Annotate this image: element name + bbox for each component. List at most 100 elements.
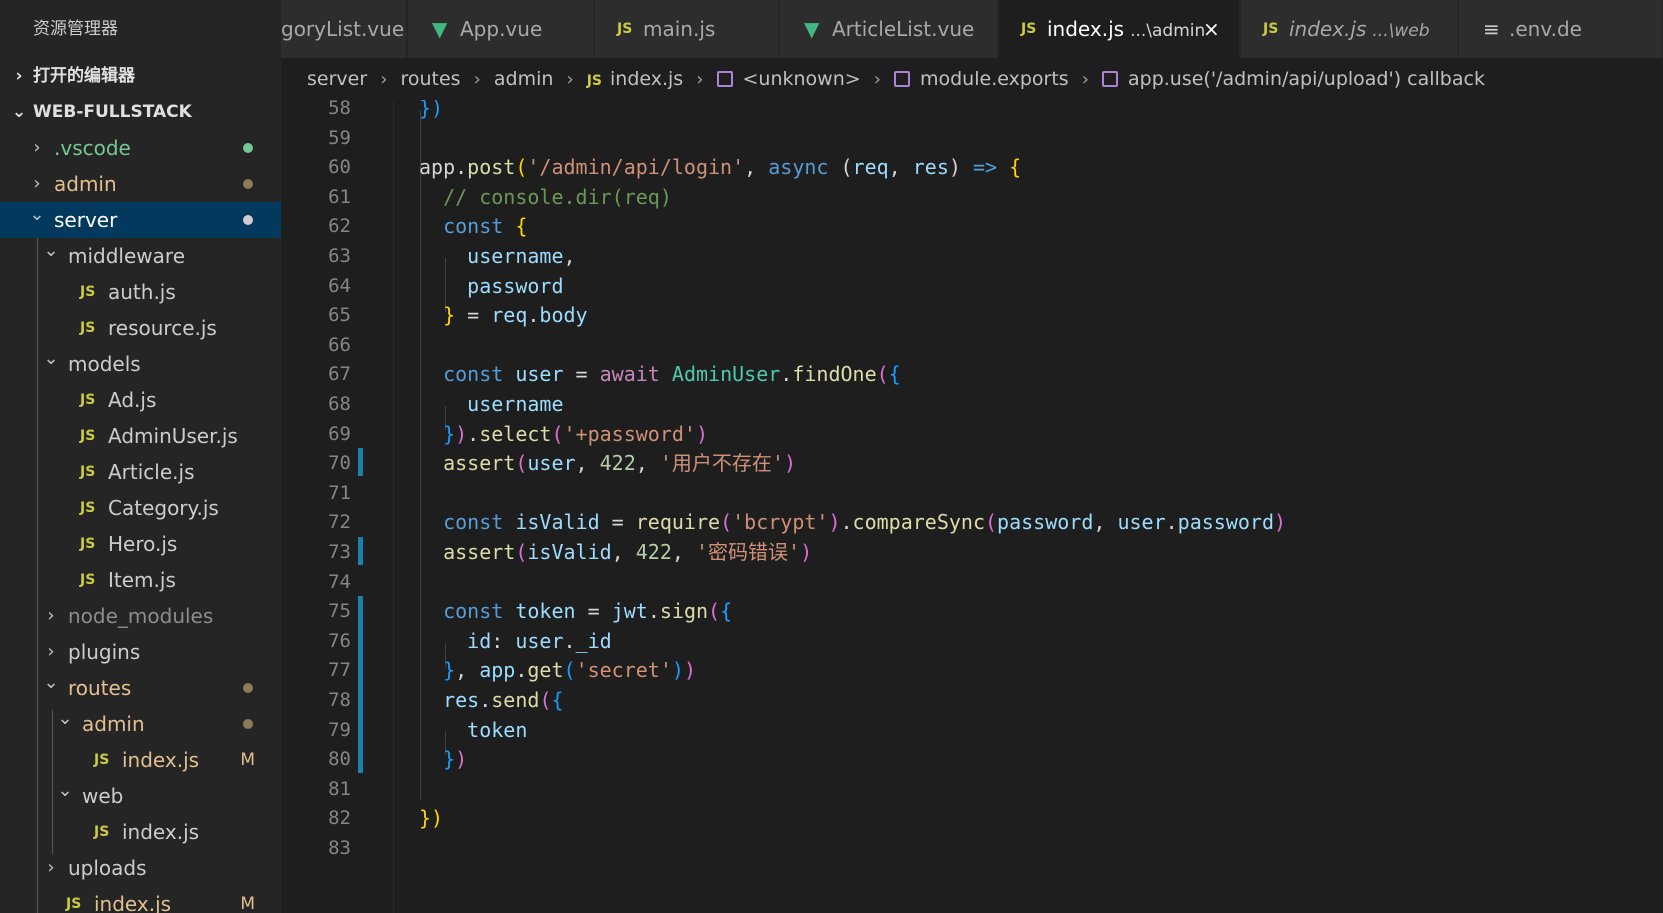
code-token: => <box>972 155 998 180</box>
code-token: _id <box>575 628 612 653</box>
breadcrumb-item-file[interactable]: index.js <box>610 58 683 100</box>
code-token: res <box>912 155 949 180</box>
code-token: , <box>563 244 576 268</box>
editor-tab[interactable]: ▼ App.vue <box>408 0 594 58</box>
tree-item-label: plugins <box>68 640 141 664</box>
code-token: ) <box>828 510 841 535</box>
code-token: . <box>455 155 468 180</box>
tree-folder[interactable]: › uploads <box>0 850 281 886</box>
code-token: ( <box>539 688 552 712</box>
tree-item-label: index.js <box>122 820 200 844</box>
editor-tab[interactable]: goryList.vue <box>281 0 407 58</box>
code-line[interactable]: assert(user, 422, '用户不存在') <box>419 448 796 479</box>
project-section[interactable]: ⌄ WEB-FULLSTACK <box>0 94 281 130</box>
code-token: } <box>419 303 456 328</box>
tree-file[interactable]: JS Ad.js <box>0 382 281 418</box>
line-number: 80 <box>328 748 351 771</box>
editor-tab[interactable]: JS index.js ...\web <box>1241 0 1458 58</box>
code-token: isValid <box>515 510 600 535</box>
line-number: 82 <box>328 807 351 830</box>
code-line[interactable]: password <box>419 271 563 302</box>
chevron-down-icon: ⌄ <box>43 672 59 693</box>
code-token: : <box>491 628 516 653</box>
tree-file[interactable]: JS index.js M <box>0 886 281 913</box>
code-line[interactable]: const user = await AdminUser.findOne({ <box>419 359 901 390</box>
tree-file[interactable]: JS auth.js <box>0 274 281 310</box>
git-modified-badge: M <box>240 894 255 913</box>
tree-file[interactable]: JS Category.js <box>0 490 281 526</box>
modified-line-marker[interactable] <box>358 448 363 476</box>
code-line[interactable]: } = req.body <box>419 300 588 331</box>
git-status-dot <box>243 215 253 225</box>
code-token: , <box>455 658 480 683</box>
code-token: require <box>635 510 721 535</box>
tree-file[interactable]: JS Item.js <box>0 562 281 598</box>
code-line[interactable]: const isValid = require('bcrypt').compar… <box>419 507 1286 538</box>
explorer-sidebar: 资源管理器 › 打开的编辑器 ⌄ WEB-FULLSTACK › .vscode ›… <box>0 0 281 913</box>
code-token: { <box>997 155 1022 180</box>
code-line[interactable]: // console.dir(req) <box>419 182 672 213</box>
editor-tab[interactable]: JS main.js <box>595 0 779 58</box>
code-line[interactable]: assert(isValid, 422, '密码错误') <box>419 537 812 568</box>
js-file-icon: JS <box>80 320 96 336</box>
code-line[interactable]: }) <box>419 744 467 775</box>
code-line[interactable]: username, <box>419 241 576 272</box>
js-file-icon: JS <box>586 73 602 89</box>
code-line[interactable]: username <box>419 389 563 420</box>
tree-file[interactable]: JS index.js <box>0 814 281 850</box>
code-line[interactable]: const token = jwt.sign({ <box>419 596 732 627</box>
editor-tab[interactable]: ≡ .env.de <box>1459 0 1663 58</box>
code-token: } <box>419 747 456 772</box>
line-number: 61 <box>328 185 351 208</box>
tree-item-label: index.js <box>94 892 172 913</box>
tree-folder[interactable]: › .vscode <box>0 130 281 166</box>
code-token: ( <box>720 510 733 535</box>
tree-folder[interactable]: ⌄ routes <box>0 670 281 706</box>
code-line[interactable]: app.post('/admin/api/login', async (req,… <box>419 152 1021 183</box>
code-token: assert <box>419 540 516 564</box>
code-line[interactable]: }).select('+password') <box>419 419 708 450</box>
close-icon[interactable]: × <box>1203 0 1220 58</box>
editor-tab[interactable]: JS index.js ...\admin × <box>999 0 1240 58</box>
breadcrumb-item-server[interactable]: server <box>307 58 367 100</box>
breadcrumb-item-admin[interactable]: admin <box>494 58 554 100</box>
code-line[interactable]: res.send({ <box>419 685 563 716</box>
tree-folder[interactable]: ⌄ middleware <box>0 238 281 274</box>
code-token: 'bcrypt' <box>732 510 829 535</box>
vue-file-icon: ▼ <box>432 17 448 41</box>
tree-file[interactable]: JS Hero.js <box>0 526 281 562</box>
tree-file[interactable]: JS index.js M <box>0 742 281 778</box>
modified-line-marker[interactable] <box>358 537 363 565</box>
code-line[interactable]: token <box>419 715 527 746</box>
modified-line-marker[interactable] <box>358 596 363 773</box>
code-line[interactable]: }, app.get('secret')) <box>419 655 696 686</box>
code-line[interactable]: const { <box>419 211 527 242</box>
tree-item-label: .vscode <box>54 136 131 160</box>
tree-folder[interactable]: ⌄ web <box>0 778 281 814</box>
tree-item-label: Hero.js <box>108 532 178 556</box>
editor-tab[interactable]: ▼ ArticleList.vue <box>780 0 998 58</box>
breadcrumb-item-unknown[interactable]: <unknown> <box>743 58 861 100</box>
tree-folder[interactable]: ⌄ admin <box>0 706 281 742</box>
code-token: body <box>539 303 588 328</box>
breadcrumb-item-routes[interactable]: routes <box>400 58 460 100</box>
tree-folder[interactable]: ⌄ models <box>0 346 281 382</box>
open-editors-section[interactable]: › 打开的编辑器 <box>0 58 281 94</box>
code-line[interactable]: id: user._id <box>419 626 612 657</box>
code-token: assert <box>419 451 516 476</box>
code-token: . <box>527 303 540 328</box>
code-line[interactable]: }) <box>419 100 443 124</box>
breadcrumb-item-module-exports[interactable]: module.exports <box>920 58 1069 100</box>
code-editor[interactable]: 58 59 60 61 62 63 64 65 66 67 68 69 70 71 72 73 74 75 76 77… <box>281 100 1663 913</box>
tree-item-label: server <box>54 208 118 232</box>
module-symbol-icon <box>893 71 910 87</box>
breadcrumb-item-callback[interactable]: app.use('/admin/api/upload') callback <box>1128 58 1485 100</box>
code-line[interactable]: }) <box>419 803 443 834</box>
tree-folder[interactable]: › node_modules <box>0 598 281 634</box>
tree-file[interactable]: JS Article.js <box>0 454 281 490</box>
chevron-right-icon: › <box>380 69 388 90</box>
code-token: ( <box>984 510 998 535</box>
tree-item-label: Article.js <box>108 460 195 484</box>
tree-file[interactable]: JS AdminUser.js <box>0 418 281 454</box>
